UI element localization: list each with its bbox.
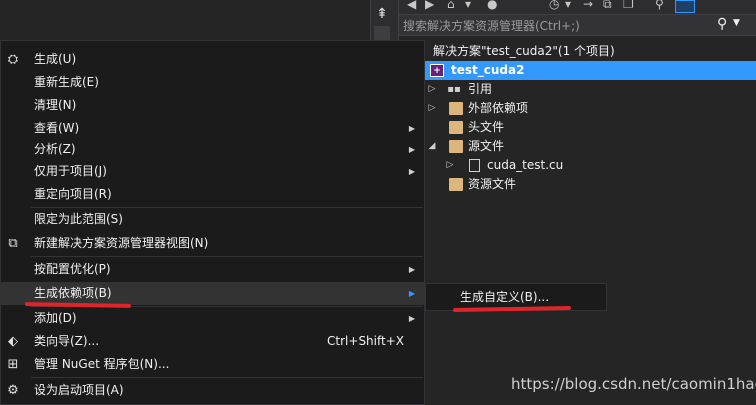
- menu-item-scope-to-this[interactable]: 限定为此范围(S): [1, 208, 424, 231]
- tree-node-references[interactable]: ▷ ▪▪ 引用: [399, 80, 756, 99]
- menu-item-label: 设为启动项目(A): [34, 383, 124, 397]
- submenu-arrow-icon: ▶: [408, 145, 415, 154]
- sync-icon[interactable]: →: [583, 0, 593, 11]
- solution-search-box[interactable]: ⚲ ▼: [399, 14, 756, 36]
- project-icon: +: [430, 64, 444, 77]
- menu-item-build-customizations[interactable]: 生成自定义(B)...: [426, 286, 606, 309]
- tree-node-label: 头文件: [468, 120, 505, 134]
- tree-solution-node[interactable]: 解决方案"test_cuda2"(1 个项目): [399, 42, 756, 61]
- expand-arrow-icon[interactable]: ▷: [427, 80, 437, 99]
- menu-item-view[interactable]: 查看(W) ▶: [1, 117, 424, 140]
- menu-item-label: 类向导(Z)...: [34, 334, 100, 348]
- filter-folder-icon: [449, 121, 463, 134]
- submenu-arrow-icon: ▶: [408, 167, 415, 176]
- filter-folder-icon: [449, 178, 463, 191]
- scrollbar-thumb[interactable]: [374, 26, 390, 40]
- expand-arrow-icon[interactable]: ▷: [445, 156, 455, 175]
- preview-selected-button[interactable]: [675, 0, 695, 13]
- tree-node-source-files[interactable]: ◢ 源文件: [399, 137, 756, 156]
- menu-item-project-only[interactable]: 仅用于项目(J) ▶: [1, 160, 424, 183]
- class-wizard-icon: ⬖: [8, 334, 18, 349]
- solution-explorer: ◀ ▶ ⌂ ▾ ● ◷ ▾ → ⧉ ❐ ⚲ ⚲ ▼ 解决方案"test_cuda…: [398, 0, 756, 405]
- menu-item-analyze[interactable]: 分析(Z) ▶: [1, 138, 424, 161]
- menu-separator: [31, 377, 423, 378]
- menu-item-pgo[interactable]: 按配置优化(P) ▶: [1, 258, 424, 281]
- forward-icon[interactable]: ▶: [425, 0, 434, 11]
- nuget-icon: ⊞: [7, 357, 19, 372]
- collapse-icon[interactable]: ⧉: [603, 0, 612, 12]
- submenu-arrow-icon: ▶: [408, 265, 415, 274]
- menu-item-label: 按配置优化(P): [34, 262, 111, 276]
- context-menu: ⛭ 生成(U) 重新生成(E) 清理(N) 查看(W) ▶ 分析(Z) ▶ 仅用…: [0, 40, 425, 405]
- menu-item-add[interactable]: 添加(D) ▶: [1, 307, 424, 330]
- menu-item-label: 添加(D): [34, 311, 77, 325]
- tree-project-node[interactable]: + test_cuda2: [399, 61, 756, 80]
- menu-item-clean[interactable]: 清理(N): [1, 94, 424, 117]
- menu-item-class-wizard[interactable]: ⬖ 类向导(Z)... Ctrl+Shift+X: [1, 330, 424, 353]
- submenu-arrow-icon: ▶: [408, 124, 415, 133]
- menu-item-new-view[interactable]: ⧉ 新建解决方案资源管理器视图(N): [1, 232, 424, 255]
- split-window-icon[interactable]: ⇞: [374, 6, 390, 22]
- editor-area: [0, 0, 398, 40]
- expand-arrow-icon[interactable]: ▷: [427, 99, 437, 118]
- tree-node-label: 引用: [468, 82, 493, 96]
- menu-item-label: 生成自定义(B)...: [460, 290, 550, 304]
- copy-icon[interactable]: ❐: [623, 0, 634, 11]
- menu-separator: [31, 256, 423, 257]
- menu-item-label: 生成(U): [34, 52, 77, 66]
- menu-item-nuget[interactable]: ⊞ 管理 NuGet 程序包(N)...: [1, 353, 424, 376]
- build-icon: ⛭: [7, 52, 19, 67]
- file-icon: [469, 159, 480, 172]
- menu-item-label: 查看(W): [34, 121, 80, 135]
- tree-node-resource-files[interactable]: 资源文件: [399, 175, 756, 194]
- search-input[interactable]: [403, 17, 713, 34]
- menu-item-label: 重定向项目(R): [34, 187, 112, 201]
- properties-icon[interactable]: ⚲: [655, 0, 664, 11]
- tree-node-label: 资源文件: [468, 177, 517, 191]
- menu-item-label: 新建解决方案资源管理器视图(N): [34, 236, 209, 250]
- menu-shortcut: Ctrl+Shift+X: [327, 334, 404, 348]
- project-label: test_cuda2: [451, 63, 525, 77]
- chevron-down-icon[interactable]: ▼: [733, 18, 740, 28]
- solution-explorer-toolbar: ◀ ▶ ⌂ ▾ ● ◷ ▾ → ⧉ ❐ ⚲: [399, 0, 756, 14]
- open-folder-icon: [449, 140, 463, 153]
- submenu-arrow-icon: ▶: [408, 289, 415, 298]
- search-icon[interactable]: ⚲: [717, 16, 727, 32]
- menu-item-label: 清理(N): [34, 98, 77, 112]
- tree-node-label: 外部依赖项: [468, 101, 529, 115]
- tree-node-header-files[interactable]: 头文件: [399, 118, 756, 137]
- menu-item-label: 管理 NuGet 程序包(N)...: [34, 357, 170, 371]
- new-view-icon: ⧉: [8, 236, 18, 251]
- submenu-arrow-icon: ▶: [408, 314, 415, 323]
- menu-item-set-startup[interactable]: ⚙ 设为启动项目(A): [1, 379, 424, 402]
- watermark: https://blog.csdn.net/caomin1hao: [511, 375, 756, 393]
- menu-item-rebuild[interactable]: 重新生成(E): [1, 71, 424, 94]
- menu-item-label: 分析(Z): [34, 142, 76, 156]
- dropdown-icon[interactable]: ▾: [565, 0, 571, 11]
- switch-views-icon[interactable]: ▾: [465, 0, 471, 11]
- back-icon[interactable]: ◀: [407, 0, 416, 11]
- menu-item-build[interactable]: ⛭ 生成(U): [1, 48, 424, 71]
- menu-item-retarget[interactable]: 重定向项目(R): [1, 183, 424, 206]
- tree-node-label: cuda_test.cu: [487, 158, 564, 172]
- menu-item-label: 仅用于项目(J): [34, 164, 107, 178]
- menu-item-build-dependencies[interactable]: 生成依赖项(B) ▶: [1, 282, 424, 305]
- history-icon[interactable]: ◷: [549, 0, 559, 11]
- solution-label: 解决方案"test_cuda2"(1 个项目): [433, 44, 615, 58]
- collapse-arrow-icon[interactable]: ◢: [427, 137, 437, 156]
- menu-item-label: 限定为此范围(S): [34, 212, 123, 226]
- menu-item-label: 重新生成(E): [34, 75, 99, 89]
- home-icon[interactable]: ⌂: [447, 0, 455, 11]
- tree-node-cuda-file[interactable]: ▷ cuda_test.cu: [399, 156, 756, 175]
- references-icon: ▪▪: [447, 84, 461, 95]
- gear-icon: ⚙: [7, 383, 19, 398]
- folder-icon: [449, 102, 463, 115]
- tree-node-label: 源文件: [468, 139, 505, 153]
- vs-icon[interactable]: ●: [487, 0, 497, 11]
- tree-node-external-deps[interactable]: ▷ 外部依赖项: [399, 99, 756, 118]
